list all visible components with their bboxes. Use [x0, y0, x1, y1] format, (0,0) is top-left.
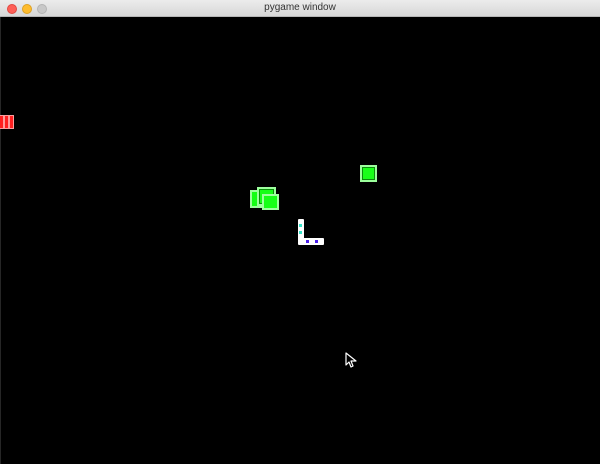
window-titlebar[interactable]: pygame window	[0, 0, 600, 17]
window-title: pygame window	[264, 2, 336, 13]
purple-marker	[306, 240, 309, 243]
red-block	[0, 115, 14, 129]
mouse-pointer-icon	[345, 352, 357, 368]
pygame-window: pygame window	[0, 0, 600, 464]
white-l-piece-horizontal	[298, 238, 324, 245]
green-block	[360, 165, 377, 182]
teal-marker	[299, 231, 302, 234]
teal-marker	[299, 224, 302, 227]
green-stacked-block	[262, 194, 279, 210]
left-edge-line	[0, 17, 1, 464]
game-canvas[interactable]	[0, 17, 600, 464]
purple-marker	[315, 240, 318, 243]
